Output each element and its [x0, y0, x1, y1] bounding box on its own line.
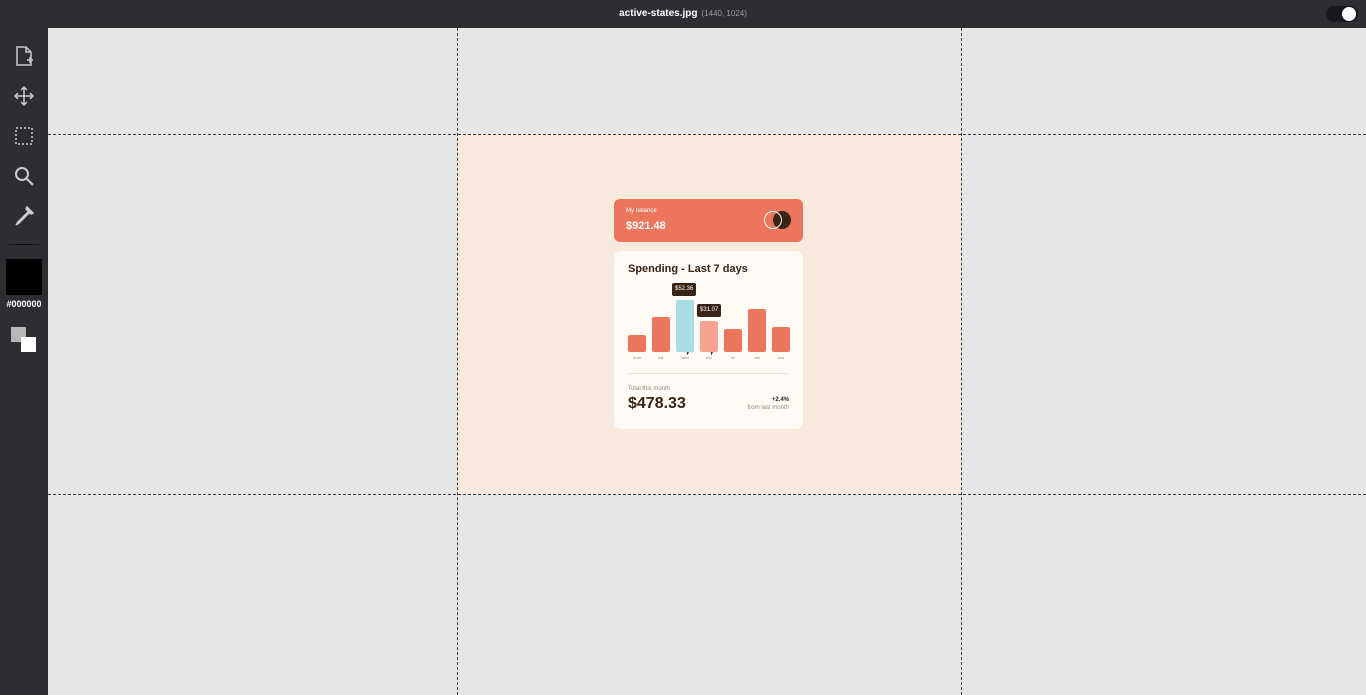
day-label-mon: mon	[633, 355, 641, 360]
tooltip-wed: $52.36	[672, 283, 697, 296]
new-file-icon[interactable]	[12, 44, 36, 68]
tooltip-thu: $31.07	[697, 304, 722, 317]
total-amount: $478.33	[628, 395, 686, 412]
balance-amount: $921.48	[626, 220, 666, 232]
bar-sun[interactable]	[772, 327, 790, 352]
bar-thu[interactable]	[700, 321, 718, 352]
title-bar: active-states.jpg (1440, 1024)	[0, 0, 1366, 28]
total-label: Total this month	[628, 386, 671, 392]
bar-wed[interactable]	[676, 300, 694, 352]
day-label-wed: wed	[681, 355, 689, 360]
balance-card: My balance $921.48	[614, 199, 803, 242]
background-color	[21, 337, 36, 352]
spending-title: Spending - Last 7 days	[628, 263, 748, 275]
bar-fri[interactable]	[724, 329, 742, 352]
day-label-tue: tue	[658, 355, 664, 360]
day-label-fri: fri	[731, 355, 735, 360]
image-dimensions: (1440, 1024)	[701, 9, 747, 18]
color-hex-label: #000000	[6, 299, 42, 309]
day-label-thu: thu	[706, 355, 712, 360]
tool-sidebar: #000000	[0, 28, 48, 695]
balance-label: My balance	[626, 208, 657, 214]
window-title: active-states.jpg (1440, 1024)	[619, 8, 747, 19]
guide-line	[48, 134, 1366, 135]
color-swatch[interactable]	[6, 259, 42, 295]
bar-mon[interactable]	[628, 335, 646, 352]
spending-card: Spending - Last 7 days $52.36 $31.07 Tot…	[614, 251, 803, 429]
eyedropper-icon[interactable]	[12, 204, 36, 228]
zoom-icon[interactable]	[12, 164, 36, 188]
percent-change-label: from last month	[747, 405, 789, 411]
move-icon[interactable]	[12, 84, 36, 108]
logo-circles-icon	[764, 211, 792, 229]
guide-line	[961, 28, 962, 695]
guide-line	[457, 28, 458, 695]
card-divider	[628, 373, 789, 374]
guide-line	[48, 494, 1366, 495]
bar-tue[interactable]	[652, 317, 670, 352]
fg-bg-color-picker[interactable]	[11, 327, 37, 353]
toolbar-divider	[9, 244, 39, 245]
toggle-knob	[1342, 7, 1356, 21]
marquee-select-icon[interactable]	[12, 124, 36, 148]
day-label-sat: sat	[754, 355, 760, 360]
bar-sat[interactable]	[748, 309, 766, 352]
theme-toggle[interactable]	[1326, 6, 1358, 22]
percent-change: +2.4%	[771, 397, 789, 403]
day-label-sun: sun	[777, 355, 785, 360]
